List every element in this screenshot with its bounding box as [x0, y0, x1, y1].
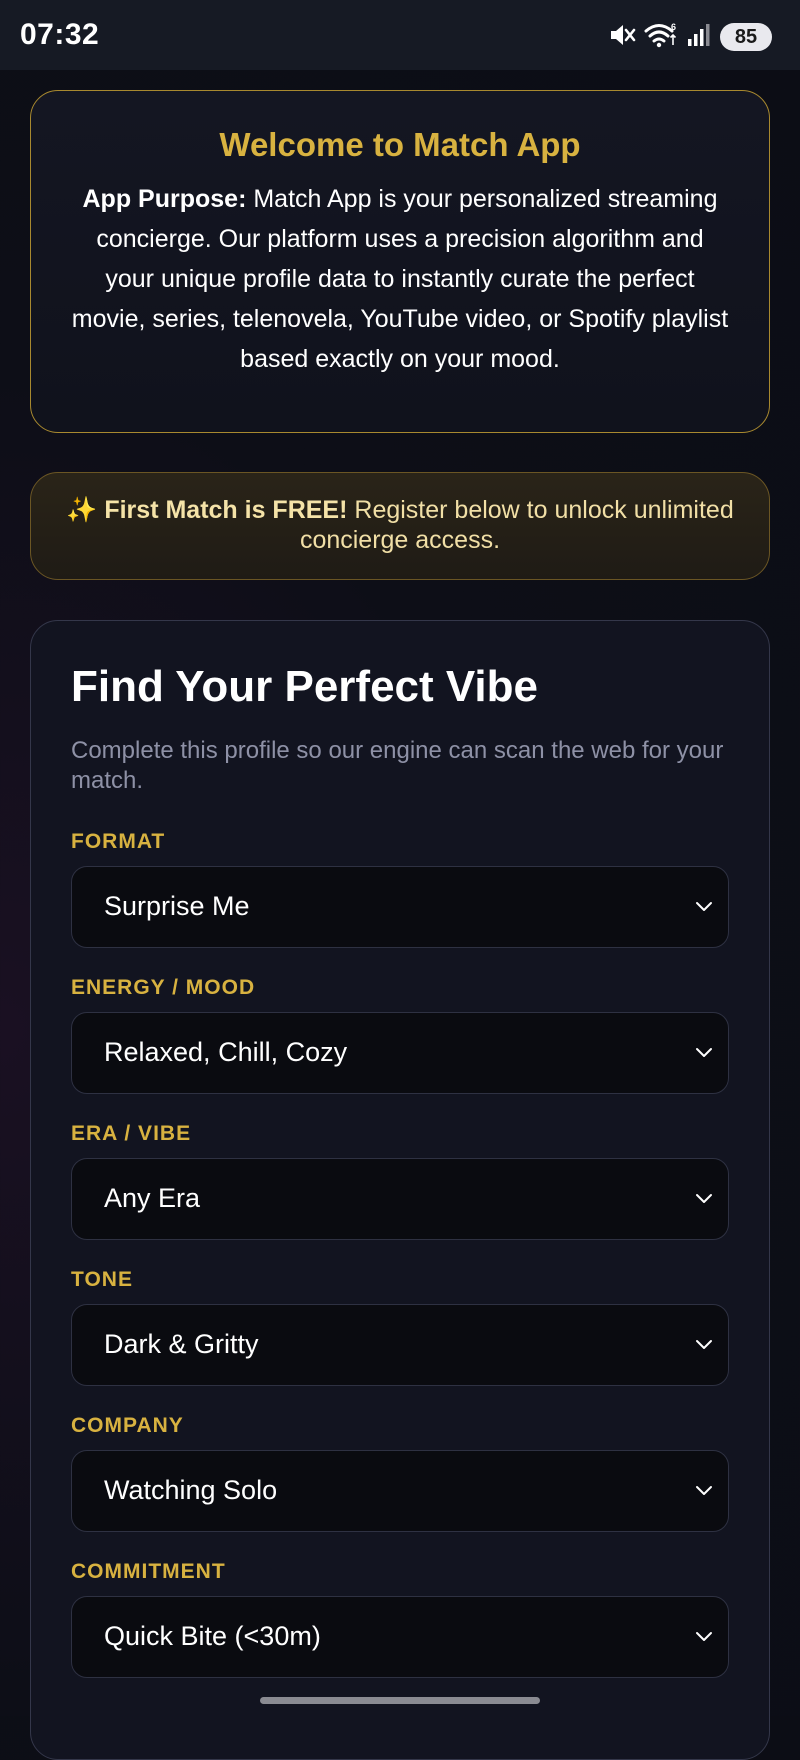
tone-select[interactable]: Dark & Gritty: [71, 1303, 729, 1386]
home-indicator[interactable]: [260, 1697, 540, 1704]
form-subtitle: Complete this profile so our engine can …: [71, 736, 724, 794]
mute-icon: [608, 21, 636, 54]
commitment-label: COMMITMENT: [71, 1559, 226, 1583]
commitment-field: COMMITMENT Quick Bite (<30m): [71, 1560, 729, 1678]
status-icons: 6 85: [608, 20, 772, 54]
era-vibe-value: Any Era: [104, 1183, 201, 1214]
status-bar: 07:32 6 85: [0, 0, 800, 70]
welcome-card: Welcome to Match App App Purpose: Match …: [30, 90, 770, 433]
tone-field: TONE Dark & Gritty: [71, 1268, 729, 1386]
form-title: Find Your Perfect Vibe: [71, 662, 539, 711]
chevron-down-icon: [694, 1627, 714, 1647]
energy-mood-value: Relaxed, Chill, Cozy: [104, 1037, 348, 1068]
tone-label: TONE: [71, 1267, 133, 1291]
company-label: COMPANY: [71, 1413, 184, 1437]
format-field: FORMAT Surprise Me: [71, 830, 729, 948]
chevron-down-icon: [694, 1043, 714, 1063]
format-select[interactable]: Surprise Me: [71, 865, 729, 948]
chevron-down-icon: [694, 1335, 714, 1355]
tone-value: Dark & Gritty: [104, 1329, 259, 1360]
energy-mood-select[interactable]: Relaxed, Chill, Cozy: [71, 1011, 729, 1094]
commitment-value: Quick Bite (<30m): [104, 1621, 321, 1652]
welcome-description: App Purpose: Match App is your personali…: [71, 179, 729, 379]
purpose-label: App Purpose:: [82, 184, 247, 213]
company-select[interactable]: Watching Solo: [71, 1449, 729, 1532]
welcome-title: Welcome to Match App: [219, 126, 581, 163]
signal-icon: [686, 22, 712, 53]
company-field: COMPANY Watching Solo: [71, 1414, 729, 1532]
energy-mood-field: ENERGY / MOOD Relaxed, Chill, Cozy: [71, 976, 729, 1094]
sparkles-icon: ✨: [66, 496, 98, 524]
energy-mood-label: ENERGY / MOOD: [71, 975, 256, 999]
svg-text:6: 6: [671, 22, 676, 32]
promo-highlight: First Match is FREE!: [104, 496, 348, 524]
era-vibe-select[interactable]: Any Era: [71, 1157, 729, 1240]
era-vibe-label: ERA / VIBE: [71, 1121, 192, 1145]
status-time: 07:32: [20, 18, 100, 51]
chevron-down-icon: [694, 1189, 714, 1209]
wifi-icon: 6: [644, 21, 678, 54]
promo-banner: ✨ First Match is FREE! Register below to…: [30, 472, 770, 580]
format-label: FORMAT: [71, 829, 166, 853]
profile-form-card: Find Your Perfect Vibe Complete this pro…: [30, 620, 770, 1760]
promo-text: Register below to unlock unlimited conci…: [299, 496, 734, 554]
chevron-down-icon: [694, 1481, 714, 1501]
company-value: Watching Solo: [104, 1475, 278, 1506]
battery-indicator: 85: [720, 23, 772, 51]
format-value: Surprise Me: [104, 891, 250, 922]
chevron-down-icon: [694, 897, 714, 917]
commitment-select[interactable]: Quick Bite (<30m): [71, 1595, 729, 1678]
era-vibe-field: ERA / VIBE Any Era: [71, 1122, 729, 1240]
